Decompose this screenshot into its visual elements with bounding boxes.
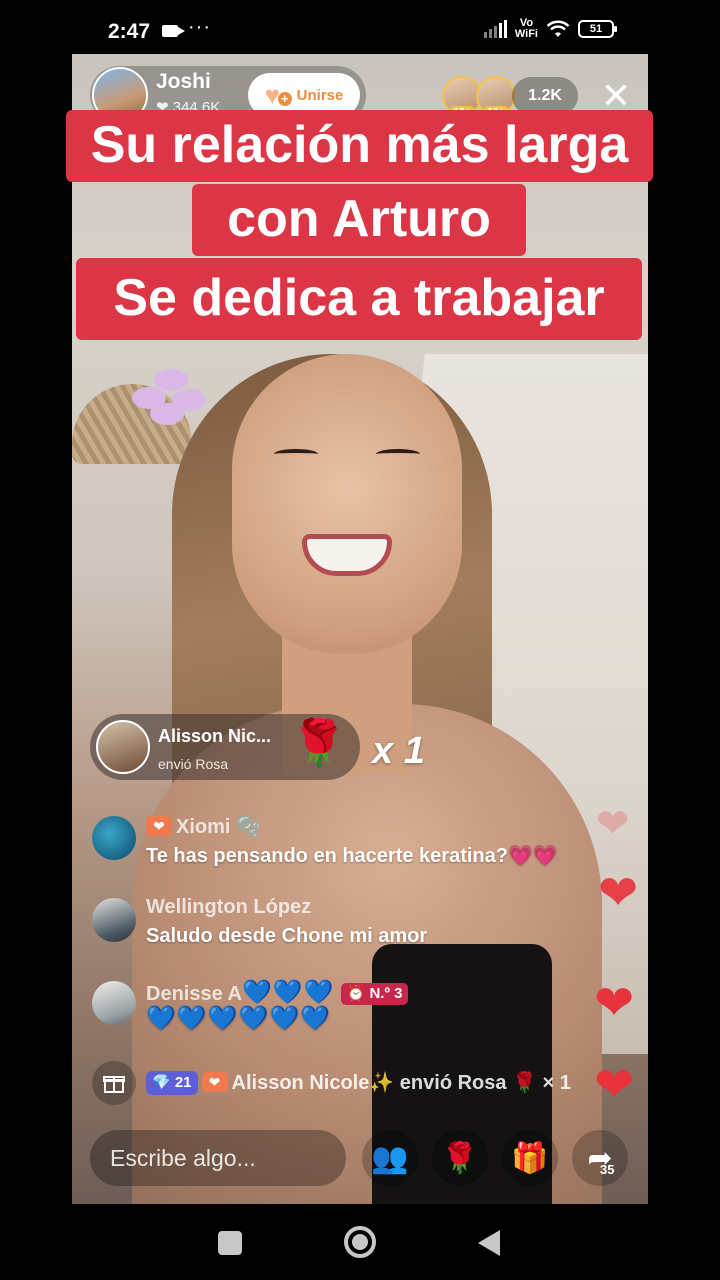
comment-input[interactable]: Escribe algo...: [90, 1130, 346, 1186]
signal-icon: [483, 20, 507, 38]
chat-username[interactable]: ❤ Xiomi 🫧: [146, 814, 261, 839]
gift-ticker: 💎 21 ❤ Alisson Nicole✨ envió Rosa 🌹 × 1: [146, 1070, 571, 1095]
floating-heart-icon: ❤: [594, 1059, 635, 1112]
flower-effect-icon: [132, 369, 212, 429]
back-icon[interactable]: [478, 1230, 500, 1256]
fan-heart-badge: ❤: [201, 1072, 228, 1092]
chat-avatar[interactable]: [92, 816, 136, 860]
rank-badge: ⏰ N.º 3: [340, 983, 409, 1005]
host-name[interactable]: Joshi: [156, 70, 211, 94]
status-bar: 2:47 ··· Vo WiFi 51: [0, 0, 720, 58]
join-label: Unirse: [296, 86, 344, 104]
share-icon[interactable]: ➦: [572, 1130, 628, 1186]
guests-icon[interactable]: 👥: [362, 1130, 418, 1186]
recent-apps-icon[interactable]: [218, 1231, 242, 1255]
gift-box-icon[interactable]: [92, 1061, 136, 1105]
chat-message: Te has pensando en hacerte keratina?💗💗: [146, 845, 558, 867]
level-badge: 💎 21: [146, 1071, 198, 1095]
wifi-icon: [546, 20, 570, 37]
gift-sender-avatar[interactable]: [96, 720, 150, 774]
chat-username[interactable]: Denisse A💙💙💙 ⏰ N.º 3: [146, 978, 409, 1007]
chat-username[interactable]: Wellington López: [146, 896, 311, 919]
caption-line: con Arturo: [192, 184, 526, 256]
floating-heart-icon: ❤: [596, 802, 630, 846]
gift-sender-name[interactable]: Alisson Nic...: [158, 726, 271, 747]
gift-multiplier: x 1: [372, 730, 425, 772]
more-notifications-icon: ···: [188, 16, 211, 38]
caption-line: Se dedica a trabajar: [76, 258, 642, 340]
caption-line: Su relación más larga: [66, 110, 653, 182]
floating-heart-icon: ❤: [594, 977, 635, 1030]
share-count: 35: [600, 1162, 615, 1177]
gift-button[interactable]: 🎁: [502, 1130, 558, 1186]
home-icon[interactable]: [344, 1226, 376, 1258]
rose-gift-button[interactable]: 🌹: [432, 1130, 488, 1186]
battery-icon: 51: [578, 20, 617, 38]
rose-gift-icon: 🌹: [290, 717, 348, 769]
status-indicators: Vo WiFi 51: [483, 17, 617, 40]
gift-description: envió Rosa: [158, 756, 229, 772]
camera-recording-icon: [162, 25, 185, 37]
chat-avatar[interactable]: [92, 898, 136, 942]
vowifi-label: Vo WiFi: [514, 17, 538, 40]
chat-avatar[interactable]: [92, 981, 136, 1025]
chat-message: 💙💙💙💙💙💙: [146, 1005, 332, 1032]
join-heart-icon: [265, 80, 292, 111]
status-time: 2:47: [108, 20, 151, 43]
floating-heart-icon: ❤: [598, 867, 639, 920]
chat-message: Saludo desde Chone mi amor: [146, 925, 428, 947]
fan-heart-badge: ❤: [146, 816, 172, 836]
